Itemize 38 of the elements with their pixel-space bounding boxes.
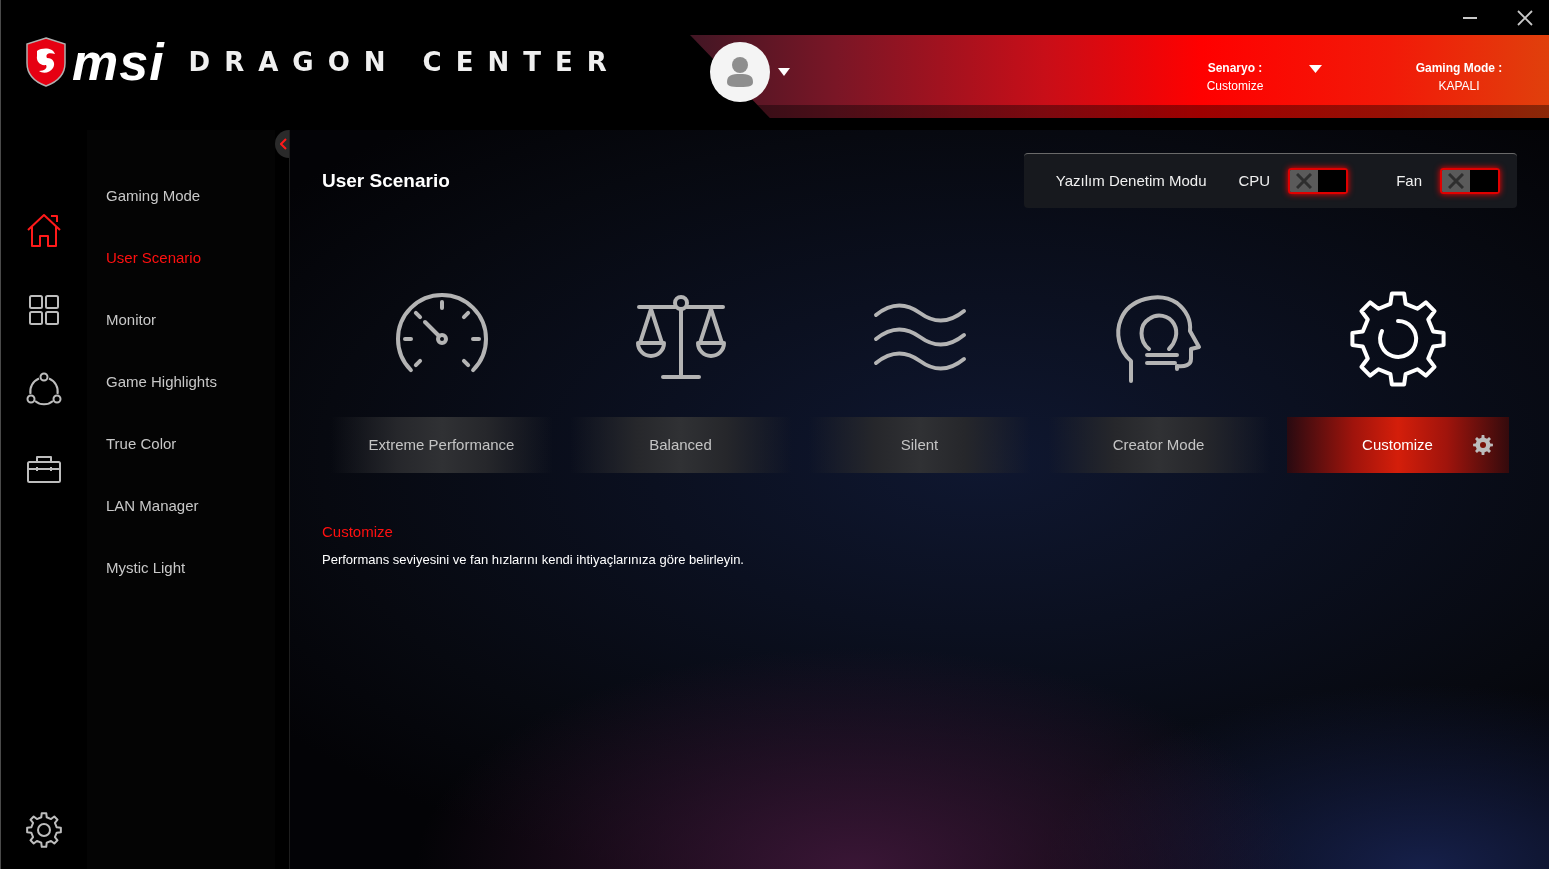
scenario-button[interactable]: Customize: [1286, 417, 1509, 473]
toggle-switch[interactable]: [1440, 168, 1500, 194]
avatar-icon[interactable]: [710, 42, 770, 102]
caret-down-icon: [1309, 65, 1322, 73]
control-mode-label: Yazılım Denetim Modu: [1055, 170, 1207, 191]
menu-item[interactable]: LAN Manager: [106, 496, 199, 516]
cross-icon: [1296, 173, 1313, 189]
collapse-button[interactable]: [275, 130, 289, 158]
brand-logo: msi: [72, 36, 165, 88]
home-icon[interactable]: [26, 212, 62, 248]
description-title: Customize: [322, 523, 393, 541]
toggle-label: Fan: [1396, 170, 1422, 191]
toggle-label: CPU: [1238, 170, 1271, 191]
settings-icon[interactable]: [1472, 435, 1493, 455]
app-title: DRAGON CENTER: [188, 49, 621, 75]
grid-icon[interactable]: [26, 292, 62, 328]
menu-item[interactable]: True Color: [106, 434, 177, 454]
cross-icon: [1448, 173, 1464, 189]
gaming-mode-label: Gaming Mode :: [1415, 60, 1503, 77]
toggle-switch[interactable]: [1288, 168, 1349, 194]
shield-logo-icon: [25, 37, 67, 87]
menu-item[interactable]: User Scenario: [106, 248, 202, 268]
scenario-dropdown[interactable]: Senaryo : Customize: [1176, 59, 1322, 95]
menu-item[interactable]: Monitor: [106, 310, 157, 330]
page-title: User Scenario: [322, 168, 450, 193]
chevron-left-icon: [280, 138, 287, 150]
minimize-icon: [1463, 16, 1477, 19]
menu-item[interactable]: Game Highlights: [106, 372, 217, 392]
connected-circles-icon[interactable]: [26, 372, 62, 408]
close-button[interactable]: [1517, 9, 1533, 26]
caret-down-icon[interactable]: [778, 68, 790, 76]
gear-icon[interactable]: [1349, 291, 1446, 387]
settings-icon[interactable]: [26, 812, 62, 848]
menu-item[interactable]: Mystic Light: [106, 558, 186, 578]
menu-item[interactable]: Gaming Mode: [106, 186, 201, 206]
close-icon: [1517, 9, 1533, 26]
gaming-mode-status: KAPALI: [1438, 78, 1480, 95]
description-text: Performans seviyesini ve fan hızlarını kendi ihtiyaçlarınıza göre belirleyin.: [322, 551, 744, 569]
